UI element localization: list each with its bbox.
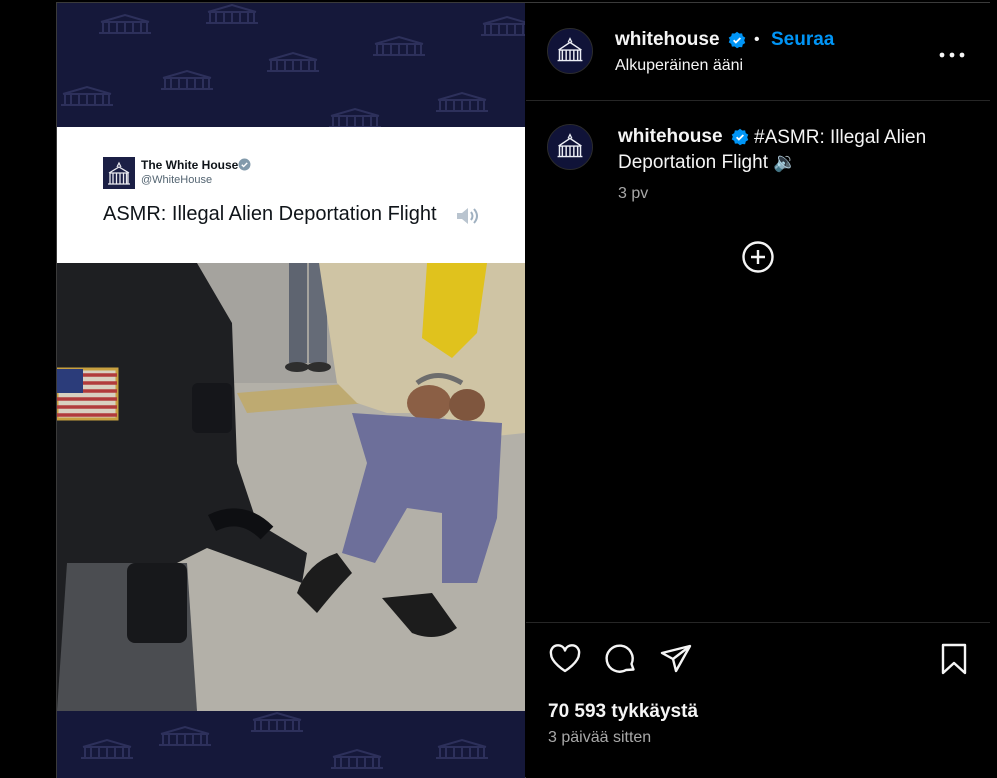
share-icon[interactable] — [659, 642, 693, 676]
post-date[interactable]: 3 päivää sitten — [548, 729, 651, 747]
watermark-icon — [155, 725, 215, 747]
watermark-icon — [57, 85, 117, 107]
watermark-icon — [202, 3, 262, 25]
watermark-icon — [247, 711, 307, 733]
post-details-panel — [526, 3, 990, 778]
tweet-avatar — [103, 157, 135, 189]
add-circle-icon[interactable] — [741, 240, 775, 274]
separator-dot: • — [754, 31, 760, 48]
watermark-icon — [432, 738, 492, 760]
watermark-icon — [95, 13, 155, 35]
comment-icon[interactable] — [604, 642, 638, 676]
caption-text: #ASMR: Illegal Alien Deportation Flight … — [618, 127, 927, 173]
watermark-icon — [325, 107, 385, 129]
audio-label[interactable]: Alkuperäinen ääni — [615, 57, 743, 75]
likes-count[interactable]: 70 593 tykkäystä — [548, 701, 698, 723]
watermark-icon — [327, 748, 387, 770]
caption-avatar[interactable] — [547, 124, 593, 170]
watermark-icon — [157, 69, 217, 91]
more-options-icon[interactable] — [938, 47, 966, 58]
tweet-card: The White House @WhiteHouse ASMR: Illega… — [57, 127, 525, 263]
post-media[interactable]: The White House @WhiteHouse ASMR: Illega… — [57, 3, 525, 778]
heart-icon[interactable] — [548, 642, 582, 676]
profile-avatar[interactable] — [547, 28, 593, 74]
tweet-handle: @WhiteHouse — [141, 174, 213, 186]
watermark-icon — [432, 91, 492, 113]
watermark-icon — [77, 738, 137, 760]
follow-button[interactable]: Seuraa — [771, 29, 834, 51]
caption-age[interactable]: 3 pv — [618, 185, 648, 203]
tweet-verified-icon — [238, 158, 251, 171]
header-divider — [526, 100, 990, 101]
tweet-text: ASMR: Illegal Alien Deportation Flight — [103, 203, 437, 225]
watermark-icon — [263, 51, 323, 73]
watermark-icon — [369, 35, 429, 57]
video-frame — [57, 263, 525, 711]
bookmark-icon[interactable] — [937, 642, 971, 676]
header-username[interactable]: whitehouse — [615, 29, 720, 51]
speaker-icon — [455, 205, 481, 227]
watermark-icon — [477, 15, 525, 37]
tweet-author-name: The White House — [141, 158, 239, 172]
actions-divider — [526, 622, 990, 623]
verified-badge-icon — [728, 31, 746, 49]
